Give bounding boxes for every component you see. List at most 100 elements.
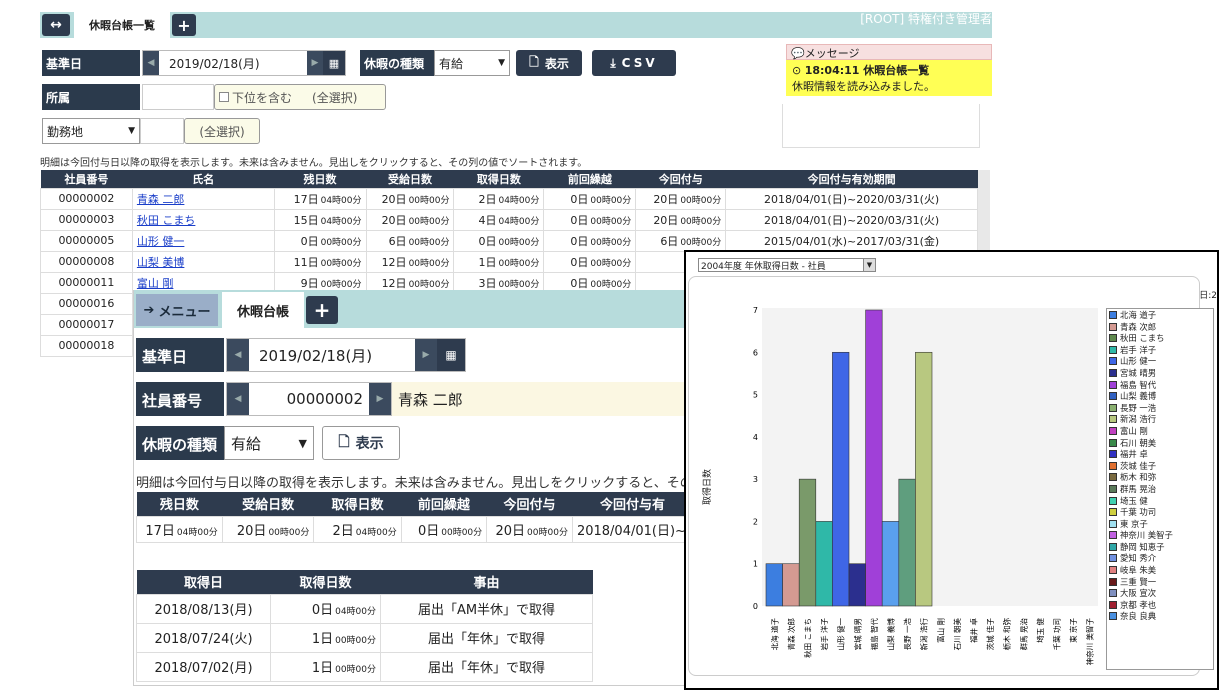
workplace-select[interactable]: 勤務地 ▼ <box>42 118 140 144</box>
legend-swatch <box>1109 612 1117 621</box>
x-tick-label: 栃木 和弥 <box>1002 618 1012 651</box>
cell-time: 00時00分 <box>590 195 632 206</box>
cell-taken: 2日 <box>478 192 497 206</box>
leave-type-select[interactable]: 有給 ▼ <box>434 50 510 76</box>
summary-col[interactable]: 取得日数 <box>313 492 402 516</box>
legend-item: 山形 健一 <box>1109 356 1211 368</box>
x-tick-label: 富山 剛 <box>935 618 945 643</box>
download-icon: ⤓ <box>610 55 616 70</box>
col-grant[interactable]: 今回付与 <box>635 170 726 188</box>
show-button[interactable]: 🗋 表示 <box>322 426 400 460</box>
col-taken-date[interactable]: 取得日 <box>136 570 271 594</box>
legend-item: 栃木 和弥 <box>1109 472 1211 484</box>
col-period[interactable]: 今回付与有効期間 <box>725 170 978 188</box>
calendar-icon[interactable]: ▦ <box>323 51 345 75</box>
tab-leave-list[interactable]: 休暇台帳一覧 <box>74 12 170 38</box>
cell-remain: 9日 <box>300 276 319 290</box>
table-cell: 1日 00時00分 <box>453 250 545 273</box>
add-tab-button[interactable]: + <box>172 14 196 36</box>
show-button[interactable]: 🗋 表示 <box>516 50 582 76</box>
summary-col[interactable]: 今回付与 <box>486 492 573 516</box>
expand-button[interactable]: ↔ <box>42 14 70 36</box>
base-date-label: 基準日 <box>136 338 224 372</box>
cell-time: 00時00分 <box>680 195 722 206</box>
y-tick-label: 4 <box>753 433 758 442</box>
emp-id-value[interactable]: 00000002 <box>249 390 369 408</box>
cell-name[interactable]: 富山 剛 <box>137 277 174 290</box>
cell-name[interactable]: 秋田 こまち <box>137 214 196 227</box>
next-emp-icon[interactable]: ▶ <box>369 383 391 415</box>
workplace-select-all[interactable]: (全選択) <box>184 118 260 144</box>
summary-col[interactable]: 今回付与有 <box>572 492 693 516</box>
table-cell: 0日 00時00分 <box>543 229 637 252</box>
chevron-down-icon: ▼ <box>498 58 505 68</box>
emp-id-picker[interactable]: ◀ 00000002 ▶ <box>226 382 392 416</box>
col-carry[interactable]: 前回繰越 <box>543 170 636 188</box>
col-taken[interactable]: 取得日数 <box>453 170 544 188</box>
legend-item: 三重 賢一 <box>1109 577 1211 589</box>
table-cell: 6日 00時00分 <box>635 229 727 252</box>
table-row[interactable]: 00000005 山形 健一 0日 00時00分 6日 00時00分 0日 00時00分 0日 0… <box>40 229 978 252</box>
col-reason[interactable]: 事由 <box>380 570 593 594</box>
legend-swatch <box>1109 311 1117 319</box>
cell-time: 00時00分 <box>268 527 310 538</box>
summary-col[interactable]: 残日数 <box>136 492 223 516</box>
base-date-value[interactable]: 2019/02/18(月) <box>249 345 415 366</box>
cell-name[interactable]: 山形 健一 <box>137 235 185 248</box>
cell-time: 00時00分 <box>408 279 450 290</box>
col-taken-days[interactable]: 取得日数 <box>270 570 381 594</box>
next-date-icon[interactable]: ▶ <box>415 339 437 371</box>
menu-button[interactable]: ➔ メニュー <box>136 294 218 326</box>
legend-label: 埼玉 健 <box>1120 495 1148 506</box>
col-remain[interactable]: 残日数 <box>274 170 367 188</box>
legend-label: 富山 剛 <box>1120 425 1148 436</box>
workplace-input[interactable] <box>140 118 184 144</box>
cell-name[interactable]: 山梨 美博 <box>137 256 185 269</box>
legend-item: 青森 次郎 <box>1109 322 1211 334</box>
tab-leave-ledger[interactable]: 休暇台帳 <box>222 292 304 328</box>
legend-item: 東 京子 <box>1109 519 1211 531</box>
cell-time: 04時00分 <box>320 195 362 206</box>
bar <box>915 351 933 607</box>
col-name[interactable]: 氏名 <box>132 170 275 188</box>
base-date-value[interactable]: 2019/02/18(月) <box>159 55 307 72</box>
legend-item: 新潟 浩行 <box>1109 414 1211 426</box>
prev-date-icon[interactable]: ◀ <box>143 51 159 75</box>
base-date-picker[interactable]: ◀ 2019/02/18(月) ▶ ▦ <box>142 50 346 76</box>
next-date-icon[interactable]: ▶ <box>307 51 323 75</box>
prev-emp-icon[interactable]: ◀ <box>227 383 249 415</box>
leave-type-select[interactable]: 有給 ▼ <box>224 426 314 460</box>
legend-swatch <box>1109 600 1117 609</box>
dept-input[interactable] <box>142 84 214 110</box>
speech-bubble-icon: 💬 <box>791 47 805 60</box>
calendar-icon[interactable]: ▦ <box>437 339 465 371</box>
base-date-picker[interactable]: ◀ 2019/02/18(月) ▶ ▦ <box>226 338 466 372</box>
prev-date-icon[interactable]: ◀ <box>227 339 249 371</box>
summary-col[interactable]: 受給日数 <box>222 492 314 516</box>
include-sub-checkbox[interactable] <box>219 92 229 102</box>
document-icon: 🗋 <box>338 434 350 450</box>
cell-remain: 11日 <box>293 255 319 269</box>
summary-col[interactable]: 前回繰越 <box>401 492 487 516</box>
dept-select-all[interactable]: (全選択) <box>312 89 357 106</box>
cell-name[interactable]: 青森 二郎 <box>137 193 185 206</box>
cell-carry: 0日 <box>570 234 589 248</box>
csv-button[interactable]: ⤓ CSV <box>592 50 676 76</box>
cell-period: 2018/04/01(日)~2020/03/31(火) <box>764 192 940 206</box>
table-cell: 00000016 <box>40 292 133 315</box>
add-tab-button[interactable]: + <box>306 296 338 324</box>
table-row[interactable]: 00000003 秋田 こまち 15日 04時00分 20日 00時00分 4日 04時00分… <box>40 208 978 231</box>
cell-taken: 1日 <box>478 255 497 269</box>
col-emp-id[interactable]: 社員番号 <box>40 170 133 188</box>
col-received[interactable]: 受給日数 <box>366 170 454 188</box>
x-tick-label: 福島 智代 <box>869 618 879 651</box>
legend-swatch <box>1109 438 1117 447</box>
summary-cell: 20日 00時00分 <box>221 515 315 543</box>
table-cell: 00000018 <box>40 334 133 357</box>
table-row[interactable]: 00000002 青森 二郎 17日 04時00分 20日 00時00分 2日 04時00分 0… <box>40 187 978 210</box>
cell-days: 1日 00時00分 <box>270 651 381 682</box>
emp-id-label: 社員番号 <box>136 382 224 416</box>
x-tick-label: 宮城 晴男 <box>852 618 862 650</box>
legend-item: 京都 孝也 <box>1109 600 1211 612</box>
cell-time: 00時00分 <box>527 527 568 538</box>
